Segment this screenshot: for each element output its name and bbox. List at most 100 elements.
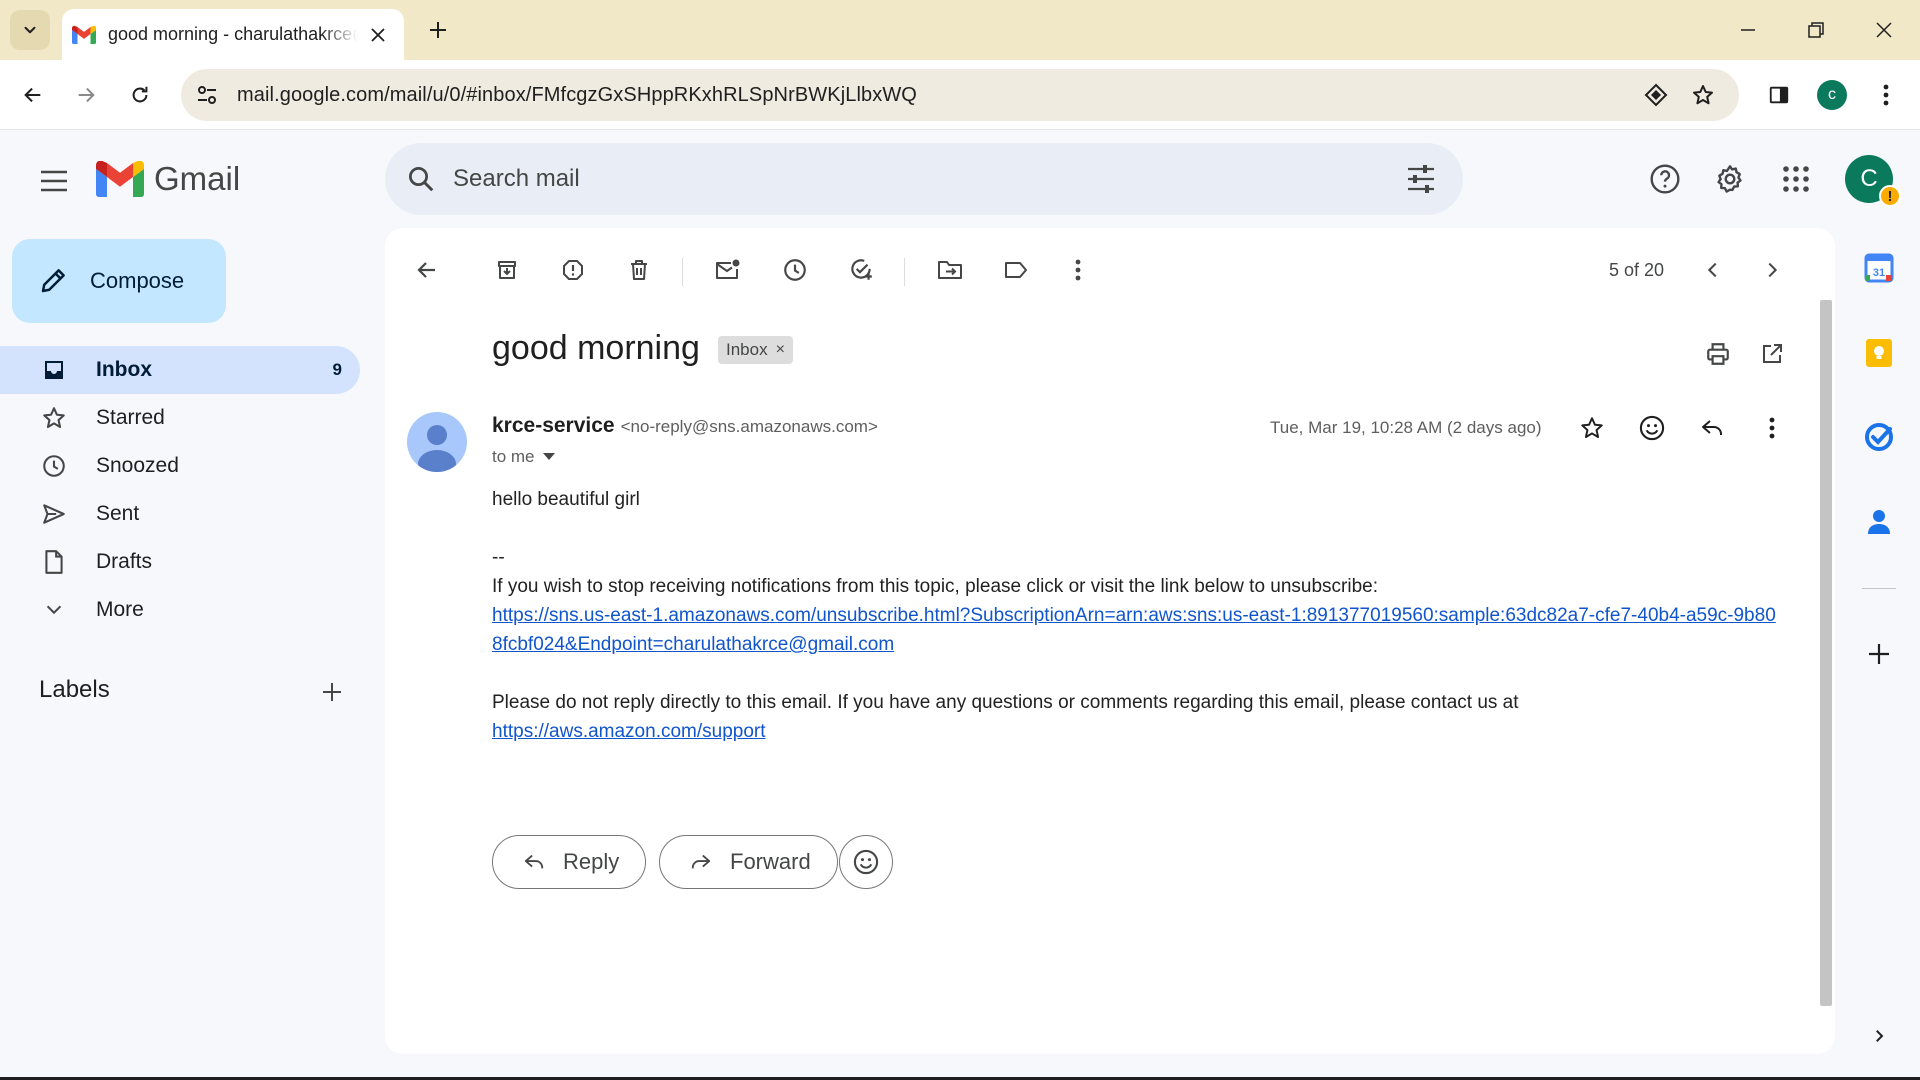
sidebar-item-starred[interactable]: Starred (0, 394, 360, 442)
back-to-inbox-button[interactable] (405, 248, 449, 292)
reload-button[interactable] (118, 73, 162, 117)
labels-button[interactable] (994, 248, 1038, 292)
gmail-logo[interactable]: Gmail (96, 160, 240, 198)
hide-side-panel-button[interactable] (1857, 1014, 1901, 1058)
send-icon (40, 500, 68, 528)
new-tab-button[interactable] (420, 12, 456, 48)
label-icon (1005, 262, 1027, 278)
reply-icon-button[interactable] (1690, 406, 1734, 450)
report-spam-button[interactable] (551, 248, 595, 292)
add-to-tasks-button[interactable] (839, 248, 883, 292)
toolbar-divider (904, 258, 905, 286)
message-more-button[interactable] (1750, 406, 1794, 450)
contacts-icon (1868, 510, 1890, 534)
reply-icon (521, 849, 547, 875)
more-actions-button[interactable] (1056, 248, 1100, 292)
search-input[interactable] (453, 165, 1353, 193)
add-reaction-button[interactable] (1630, 406, 1674, 450)
sidebar-item-sent[interactable]: Sent (0, 490, 360, 538)
sender-avatar[interactable] (407, 412, 467, 472)
sidebar-item-label: Snoozed (96, 454, 179, 477)
contacts-app-button[interactable] (1857, 500, 1901, 544)
get-addons-button[interactable] (1857, 632, 1901, 676)
calendar-icon: 31 (1864, 253, 1894, 283)
browser-profile-avatar[interactable]: c (1817, 80, 1847, 110)
tune-icon (198, 86, 216, 104)
label-chip-text: Inbox (726, 340, 768, 359)
search-icon (409, 167, 434, 192)
sidebar-item-more[interactable]: More (0, 586, 360, 634)
tab-close-button[interactable] (366, 23, 390, 47)
minimize-icon (1741, 29, 1755, 31)
gmail-m-icon (96, 161, 144, 197)
sender-email: <no-reply@sns.amazonaws.com> (620, 417, 878, 436)
mark-unread-button[interactable] (706, 248, 750, 292)
search-button[interactable] (397, 155, 445, 203)
reply-label: Reply (563, 849, 620, 874)
clock-icon (40, 452, 68, 480)
support-link[interactable]: https://aws.amazon.com/support (492, 721, 766, 742)
sender-name[interactable]: krce-service (492, 414, 615, 438)
keep-app-button[interactable] (1857, 331, 1901, 375)
archive-button[interactable] (485, 248, 529, 292)
older-message-button[interactable] (1750, 248, 1794, 292)
star-icon (1693, 85, 1713, 105)
create-label-button[interactable] (314, 674, 350, 710)
recipients-toggle[interactable]: to me (492, 447, 555, 467)
star-message-button[interactable] (1570, 406, 1614, 450)
forward-button[interactable] (64, 73, 108, 117)
sidebar-item-inbox[interactable]: Inbox 9 (0, 346, 360, 394)
snooze-button[interactable] (773, 248, 817, 292)
main-menu-button[interactable] (30, 157, 78, 205)
star-icon (1581, 417, 1603, 438)
print-all-button[interactable] (1698, 334, 1738, 374)
newer-message-button[interactable] (1691, 248, 1735, 292)
move-to-button[interactable] (928, 248, 972, 292)
compose-button[interactable]: Compose (12, 239, 226, 323)
scrollbar-thumb[interactable] (1820, 300, 1832, 1006)
chevron-down-icon (40, 596, 68, 624)
plus-icon (323, 683, 341, 701)
forward-button[interactable]: Forward (659, 835, 838, 889)
open-in-new-window-button[interactable] (1752, 334, 1792, 374)
window-close-button[interactable] (1850, 0, 1918, 60)
help-icon (1650, 164, 1680, 194)
chevron-right-icon (1768, 262, 1778, 278)
browser-menu-button[interactable] (1864, 73, 1908, 117)
url-text: mail.google.com/mail/u/0/#inbox/FMfcgzGx… (237, 83, 917, 106)
tasks-app-button[interactable] (1857, 415, 1901, 459)
back-button[interactable] (11, 73, 55, 117)
report-spam-icon (563, 260, 583, 280)
site-info-button[interactable] (185, 73, 229, 117)
account-avatar[interactable]: C ! (1845, 155, 1901, 207)
label-chip-inbox[interactable]: Inbox × (718, 336, 793, 364)
delete-button[interactable] (617, 248, 661, 292)
side-panel-button[interactable] (1757, 73, 1801, 117)
sidebar-item-snoozed[interactable]: Snoozed (0, 442, 360, 490)
calendar-app-button[interactable]: 31 (1857, 246, 1901, 290)
address-bar[interactable]: mail.google.com/mail/u/0/#inbox/FMfcgzGx… (181, 69, 1739, 121)
bookmark-star-button[interactable] (1681, 73, 1725, 117)
chevron-left-icon (1707, 262, 1717, 278)
message-pager: 5 of 20 (1609, 260, 1665, 280)
google-apps-button[interactable] (1772, 155, 1820, 203)
restore-button[interactable] (1782, 0, 1850, 60)
emoji-reaction-button[interactable] (839, 835, 893, 889)
gmail-wordmark: Gmail (154, 160, 241, 197)
minimize-button[interactable] (1714, 0, 1782, 60)
more-vertical-icon (1883, 84, 1889, 106)
remove-label-button[interactable]: × (776, 341, 785, 359)
browser-tab[interactable]: good morning - charulathakrce@gmail.com (62, 9, 404, 60)
support-button[interactable] (1641, 155, 1689, 203)
unsubscribe-link[interactable]: https://sns.us-east-1.amazonaws.com/unsu… (492, 605, 1776, 655)
settings-button[interactable] (1706, 155, 1754, 203)
trash-icon (631, 260, 647, 280)
tasks-icon (1865, 423, 1893, 451)
password-manager-button[interactable] (1634, 73, 1678, 117)
search-options-button[interactable] (1397, 155, 1445, 203)
tab-search-button[interactable] (10, 10, 50, 50)
sidebar-item-drafts[interactable]: Drafts (0, 538, 360, 586)
body-greeting: hello beautiful girl (492, 489, 640, 510)
reply-button[interactable]: Reply (492, 835, 647, 889)
